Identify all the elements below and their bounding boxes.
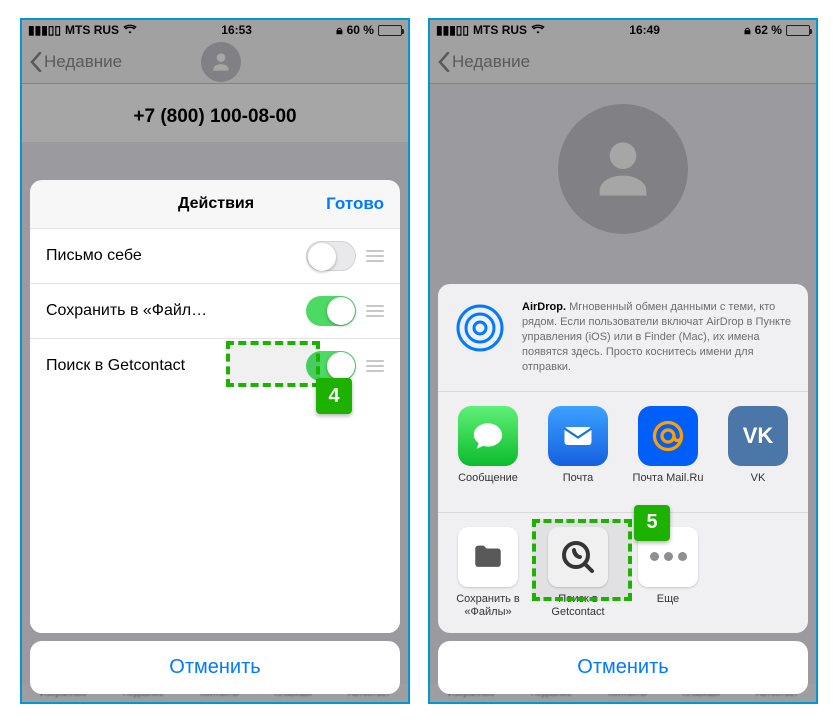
row-save-files[interactable]: Сохранить в «Файл… [30,283,400,338]
phone-right: ▮▮▮▯▯ MTS RUS 16:49 🔒︎ 62 % Недавние Изб… [428,18,818,704]
phone-left: ▮▮▮▯▯ MTS RUS 16:53 🔒︎ 60 % Недавние +7 … [20,18,410,704]
cancel-button[interactable]: Отменить [438,641,808,694]
row-letter-self[interactable]: Письмо себе [30,228,400,283]
airdrop-section: AirDrop. Мгновенный обмен данными с теми… [438,284,808,390]
app-vk[interactable]: VK VK [716,406,800,498]
reorder-grip-icon[interactable] [366,305,384,317]
more-icon [650,552,687,561]
reorder-grip-icon[interactable] [366,360,384,372]
action-save-files[interactable]: Сохранить в «Файлы» [446,527,530,619]
toggle-getcontact[interactable] [306,351,356,381]
row-getcontact[interactable]: Поиск в Getcontact [30,338,400,393]
airdrop-icon [452,300,508,356]
done-button[interactable]: Готово [326,194,384,214]
action-more[interactable]: Еще [626,527,710,619]
toggle-save-files[interactable] [306,296,356,326]
app-mail[interactable]: Почта [536,406,620,498]
cancel-button[interactable]: Отменить [30,641,400,694]
action-getcontact[interactable]: Поиск в Getcontact [536,527,620,619]
share-sheet: AirDrop. Мгновенный обмен данными с теми… [438,284,808,694]
app-messages[interactable]: Сообщение [446,406,530,498]
action-sheet: Действия Готово Письмо себе Сохранить в … [30,180,400,694]
app-mailru[interactable]: Почта Mail.Ru [626,406,710,498]
sheet-title: Действия [106,195,326,213]
airdrop-text: AirDrop. Мгновенный обмен данными с теми… [522,300,794,374]
toggle-letter-self[interactable] [306,241,356,271]
reorder-grip-icon[interactable] [366,250,384,262]
actions-row: Сохранить в «Файлы» Поиск в Getcontact [438,512,808,633]
apps-row: Сообщение Почта Почта Mail.Ru VK VK [438,391,808,512]
